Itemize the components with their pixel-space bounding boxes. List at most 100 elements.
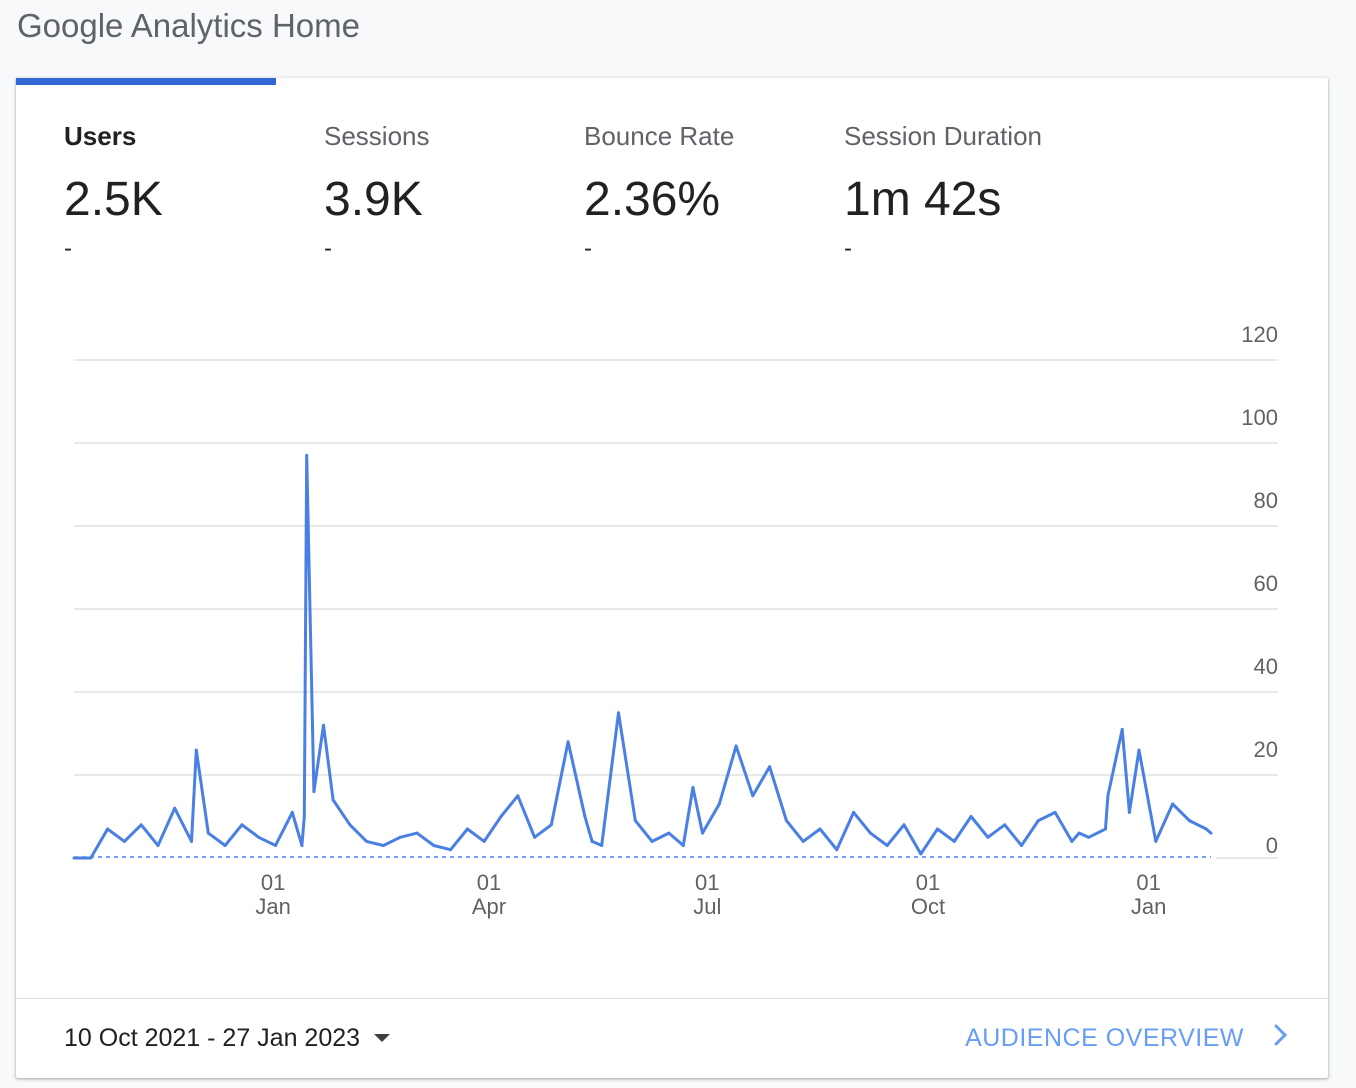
data-point <box>583 815 587 818</box>
data-point <box>1020 844 1023 847</box>
data-point <box>885 844 889 847</box>
page-title: Google Analytics Home <box>17 7 361 44</box>
users-line-chart: 02040608010012001Jan01Apr01Jul01Oct01Jan <box>72 322 1278 919</box>
data-point <box>274 844 277 847</box>
data-point <box>331 798 335 802</box>
x-tick-month: Apr <box>472 894 506 919</box>
data-point <box>1036 819 1040 823</box>
data-point <box>305 453 309 457</box>
data-point <box>650 839 654 843</box>
data-point <box>1087 835 1091 839</box>
y-tick-label: 0 <box>1266 833 1278 858</box>
data-point <box>1209 831 1213 835</box>
data-point <box>1154 839 1158 843</box>
y-tick-label: 60 <box>1254 571 1278 596</box>
data-point <box>835 848 839 852</box>
data-point <box>1070 839 1074 843</box>
data-point <box>1187 819 1191 823</box>
data-point <box>106 827 110 831</box>
data-point <box>516 794 520 798</box>
data-point <box>290 810 294 814</box>
data-point <box>566 740 570 744</box>
data-point <box>919 852 923 856</box>
y-tick-label: 120 <box>1241 322 1278 347</box>
data-point <box>432 844 436 847</box>
data-point <box>936 827 939 831</box>
data-point <box>617 711 620 715</box>
data-point <box>1104 827 1107 831</box>
data-point <box>89 856 93 860</box>
data-point <box>1120 727 1124 731</box>
data-point <box>322 723 325 727</box>
data-point <box>717 802 721 806</box>
data-point <box>784 819 788 823</box>
data-point <box>72 856 76 860</box>
data-point <box>398 835 402 839</box>
data-point <box>194 748 198 752</box>
data-point <box>156 844 160 847</box>
audience-overview-label: AUDIENCE OVERVIEW <box>965 1024 1244 1052</box>
data-point <box>499 815 503 818</box>
data-point <box>381 844 385 847</box>
users-series-line <box>74 453 1212 860</box>
data-point <box>986 835 990 839</box>
data-point <box>449 848 453 852</box>
x-tick-day: 01 <box>261 870 285 895</box>
y-tick-label: 80 <box>1254 488 1278 513</box>
data-point <box>902 823 906 827</box>
x-tick-month: Jul <box>693 894 721 919</box>
data-point <box>852 810 856 814</box>
data-point <box>312 790 316 794</box>
data-point <box>691 786 695 789</box>
data-point <box>549 823 553 827</box>
data-point <box>240 823 244 827</box>
data-point <box>1077 831 1081 835</box>
caret-down-icon <box>374 1034 391 1042</box>
chevron-right-icon <box>1274 1020 1288 1056</box>
data-point <box>302 815 306 818</box>
data-point <box>122 839 126 843</box>
data-point <box>1053 810 1057 814</box>
data-point <box>1106 794 1110 798</box>
x-tick-day: 01 <box>695 870 719 895</box>
data-point <box>1204 827 1208 831</box>
data-point <box>868 831 872 835</box>
x-tick-month: Jan <box>255 894 290 919</box>
data-point <box>482 839 486 843</box>
data-point <box>590 839 594 843</box>
data-point <box>173 806 177 810</box>
data-point <box>348 823 352 827</box>
data-point <box>801 839 805 843</box>
y-tick-label: 20 <box>1254 737 1278 762</box>
data-point <box>1127 810 1131 814</box>
data-point <box>190 839 193 843</box>
data-point <box>751 794 755 798</box>
data-point <box>969 815 973 818</box>
data-point <box>257 835 261 839</box>
y-tick-label: 40 <box>1254 654 1278 679</box>
x-tick-month: Jan <box>1131 894 1166 919</box>
data-point <box>768 765 772 769</box>
data-point <box>206 831 210 835</box>
data-point <box>734 744 738 748</box>
data-point <box>681 844 685 847</box>
data-point <box>600 844 604 847</box>
audience-overview-link[interactable]: AUDIENCE OVERVIEW <box>965 1020 1288 1056</box>
data-point <box>633 819 637 823</box>
data-point <box>139 823 143 827</box>
data-point <box>701 831 704 835</box>
data-point <box>365 839 369 843</box>
data-point <box>465 827 469 831</box>
data-point <box>1003 823 1007 827</box>
data-point <box>223 844 227 847</box>
data-point <box>667 831 671 835</box>
data-point <box>1137 748 1141 752</box>
date-range-label: 10 Oct 2021 - 27 Jan 2023 <box>64 1024 361 1052</box>
data-point <box>1171 802 1175 806</box>
date-range-selector[interactable]: 10 Oct 2021 - 27 Jan 2023 <box>64 1020 391 1056</box>
x-tick-month: Oct <box>911 894 945 919</box>
x-tick-day: 01 <box>1136 870 1160 895</box>
data-point <box>818 827 822 831</box>
data-point <box>415 831 419 835</box>
x-tick-day: 01 <box>477 870 501 895</box>
